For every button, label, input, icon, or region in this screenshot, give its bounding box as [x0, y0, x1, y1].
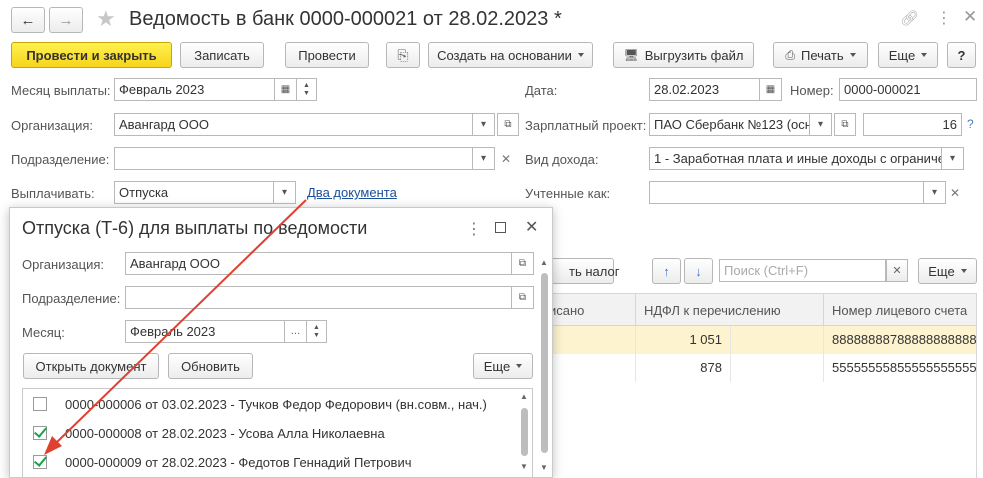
annotation-arrow — [44, 199, 307, 455]
